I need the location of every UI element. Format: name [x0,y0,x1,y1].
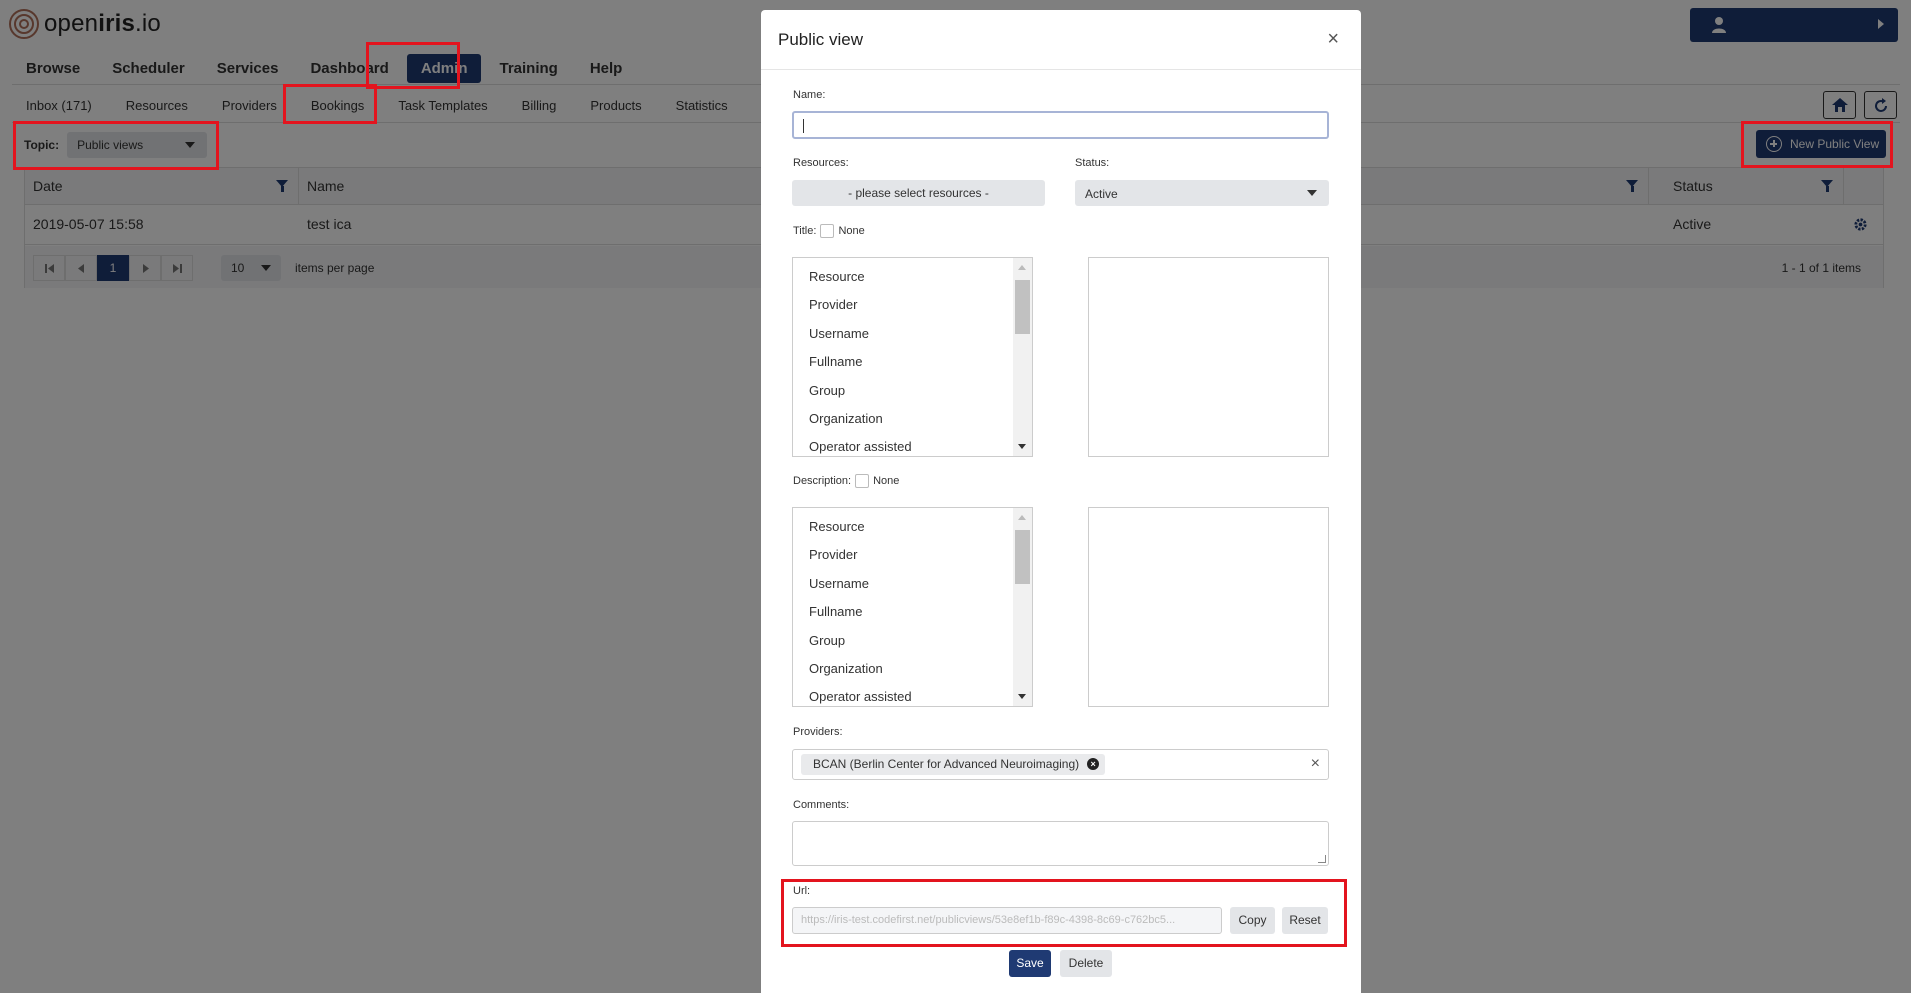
clear-icon[interactable]: × [1311,755,1320,773]
description-none-label: None [873,475,900,487]
description-selected-list[interactable] [1088,507,1329,707]
delete-button[interactable]: Delete [1060,950,1112,977]
scroll-thumb[interactable] [1015,530,1030,584]
modal-header: Public view × [761,10,1361,70]
list-item[interactable]: Resource [793,513,1015,541]
comments-textarea[interactable] [792,821,1329,866]
list-item[interactable]: Resource [793,263,1015,291]
list-item[interactable]: Username [793,570,1015,598]
status-label: Status: [1075,157,1110,169]
name-field[interactable] [792,111,1329,139]
highlight-bookings [283,84,377,124]
highlight-new-public-view [1741,121,1893,168]
highlight-admin [366,42,460,89]
highlight-url-section [781,879,1347,947]
scroll-down-icon[interactable] [1018,694,1026,699]
title-none-label: None [838,225,865,237]
save-button[interactable]: Save [1009,950,1051,977]
scrollbar[interactable] [1013,258,1032,456]
scroll-thumb[interactable] [1015,280,1030,334]
list-item[interactable]: Group [793,627,1015,655]
description-none-checkbox[interactable] [855,474,870,488]
list-item[interactable]: Organization [793,655,1015,683]
close-icon[interactable]: × [1327,28,1339,51]
comments-label: Comments: [793,799,850,811]
list-item[interactable]: Fullname [793,598,1015,626]
scroll-up-icon[interactable] [1018,265,1026,270]
list-item[interactable]: Username [793,320,1015,348]
remove-tag-icon[interactable]: × [1087,758,1100,770]
public-view-modal: Public view × Name: Resources: - please … [761,10,1361,993]
resources-select[interactable]: - please select resources - [792,180,1045,206]
providers-label: Providers: [793,726,843,738]
providers-multiselect[interactable]: BCAN (Berlin Center for Advanced Neuroim… [792,749,1329,780]
list-item[interactable]: Provider [793,291,1015,319]
scrollbar[interactable] [1013,508,1032,706]
resize-handle-icon[interactable] [1318,855,1326,863]
list-item[interactable]: Group [793,377,1015,405]
list-item[interactable]: Organization [793,405,1015,433]
status-select[interactable]: Active [1075,180,1329,206]
highlight-topic [13,121,219,170]
list-item[interactable]: Operator assisted [793,433,1015,456]
title-fields-list[interactable]: Resource Provider Username Fullname Grou… [792,257,1033,457]
provider-tag: BCAN (Berlin Center for Advanced Neuroim… [801,754,1106,775]
description-fields-list[interactable]: Resource Provider Username Fullname Grou… [792,507,1033,707]
name-label: Name: [793,89,826,101]
list-item[interactable]: Provider [793,541,1015,569]
text-cursor [803,119,804,133]
list-item[interactable]: Operator assisted [793,683,1015,706]
title-none-checkbox[interactable] [820,224,835,238]
resources-label: Resources: [793,157,849,169]
list-item[interactable]: Fullname [793,348,1015,376]
description-row: Description: None [793,474,900,488]
scroll-down-icon[interactable] [1018,444,1026,449]
scroll-up-icon[interactable] [1018,515,1026,520]
title-selected-list[interactable] [1088,257,1329,457]
modal-title: Public view [778,30,864,49]
title-row: Title: None [793,224,865,238]
caret-down-icon [1307,190,1317,196]
